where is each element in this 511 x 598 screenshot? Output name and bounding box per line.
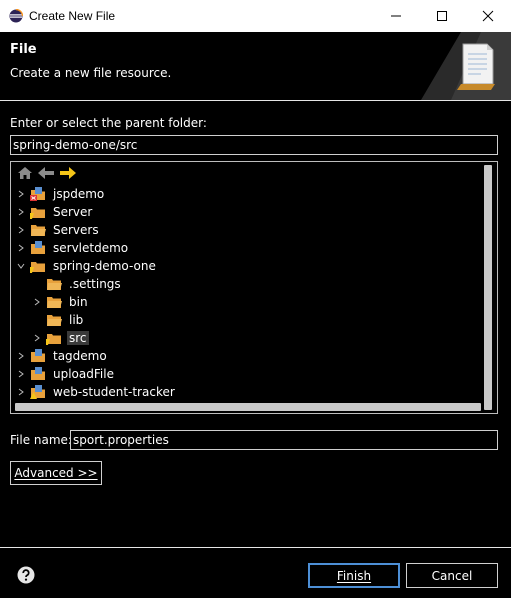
folder-icon bbox=[31, 225, 46, 236]
finish-button-label: Finish bbox=[336, 568, 372, 583]
tree-item-label: web-student-tracker bbox=[53, 385, 175, 399]
wizard-header: File Create a new file resource. bbox=[0, 32, 511, 100]
chevron-right-icon[interactable] bbox=[31, 329, 43, 347]
advanced-button-label: Advanced >> bbox=[14, 466, 98, 480]
chevron-right-icon[interactable] bbox=[15, 203, 27, 221]
tree-item-label: .settings bbox=[69, 277, 121, 291]
project-icon bbox=[31, 349, 45, 362]
file-name-input[interactable]: sport.properties bbox=[70, 430, 498, 450]
project-icon bbox=[31, 241, 45, 254]
folder-icon bbox=[47, 315, 62, 326]
project-folder-icon bbox=[30, 262, 45, 273]
minimize-button[interactable] bbox=[373, 0, 419, 32]
tree-item-label: tagdemo bbox=[53, 349, 107, 363]
scrollbar-thumb[interactable] bbox=[484, 165, 492, 410]
project-folder-icon bbox=[30, 208, 45, 219]
tree-item[interactable]: lib bbox=[31, 311, 85, 329]
tree-item-label: Server bbox=[53, 205, 93, 219]
chevron-right-icon[interactable] bbox=[15, 365, 27, 383]
forward-arrow-icon[interactable] bbox=[59, 165, 77, 181]
chevron-right-icon[interactable] bbox=[15, 239, 27, 257]
footer-divider bbox=[0, 547, 511, 548]
tree-item[interactable]: web-student-tracker bbox=[15, 383, 177, 401]
back-arrow-icon[interactable] bbox=[37, 165, 55, 181]
page-description: Create a new file resource. bbox=[10, 66, 172, 80]
help-icon[interactable] bbox=[17, 566, 35, 584]
tree-item[interactable]: .settings bbox=[31, 275, 123, 293]
parent-folder-input[interactable]: spring-demo-one/src bbox=[10, 135, 498, 155]
close-button[interactable] bbox=[465, 0, 511, 32]
tree-item[interactable]: bin bbox=[31, 293, 90, 311]
eclipse-icon bbox=[9, 9, 23, 23]
chevron-right-icon[interactable] bbox=[15, 185, 27, 203]
tree-item-label: src bbox=[67, 331, 89, 345]
cancel-button-label: Cancel bbox=[431, 568, 473, 583]
close-icon bbox=[482, 10, 494, 22]
folder-icon bbox=[47, 297, 62, 308]
tree-item[interactable]: tagdemo bbox=[15, 347, 109, 365]
tree-item-label: spring-demo-one bbox=[53, 259, 156, 273]
tree-item-label: jspdemo bbox=[53, 187, 105, 201]
file-name-label: File name: bbox=[10, 433, 72, 447]
page-title: File bbox=[10, 42, 37, 57]
advanced-button[interactable]: Advanced >> bbox=[10, 461, 102, 485]
maximize-icon bbox=[437, 11, 447, 21]
tree-item-label: bin bbox=[69, 295, 88, 309]
folder-tree[interactable]: jspdemo Server Servers servletdemo sprin bbox=[10, 161, 498, 414]
project-warning-icon bbox=[30, 385, 45, 399]
tree-item-label: servletdemo bbox=[53, 241, 129, 255]
tree-vertical-scrollbar[interactable] bbox=[480, 163, 496, 412]
tree-item[interactable]: jspdemo bbox=[15, 185, 106, 203]
maximize-button[interactable] bbox=[419, 0, 465, 32]
chevron-right-icon[interactable] bbox=[15, 221, 27, 239]
minimize-icon bbox=[391, 15, 401, 17]
tree-item-label: lib bbox=[69, 313, 84, 327]
tree-item[interactable]: Server bbox=[15, 203, 94, 221]
tree-item-selected[interactable]: src bbox=[31, 329, 89, 347]
chevron-right-icon[interactable] bbox=[15, 347, 27, 365]
home-icon[interactable] bbox=[17, 165, 33, 181]
window-title: Create New File bbox=[29, 9, 116, 23]
project-error-icon bbox=[30, 187, 45, 201]
source-folder-icon bbox=[46, 334, 61, 345]
tree-item[interactable]: uploadFile bbox=[15, 365, 116, 383]
header-divider bbox=[0, 100, 511, 101]
tree-item-label: Servers bbox=[53, 223, 99, 237]
chevron-right-icon[interactable] bbox=[15, 383, 27, 401]
tree-horizontal-scrollbar[interactable] bbox=[15, 403, 481, 411]
tree-item-expanded[interactable]: spring-demo-one bbox=[15, 257, 158, 275]
tree-nav-toolbar bbox=[17, 165, 77, 183]
tree-item[interactable]: servletdemo bbox=[15, 239, 130, 257]
tree-item-label: uploadFile bbox=[53, 367, 114, 381]
folder-icon bbox=[47, 279, 62, 290]
project-icon bbox=[31, 367, 45, 380]
cancel-button[interactable]: Cancel bbox=[406, 563, 498, 588]
tree-item[interactable]: Servers bbox=[15, 221, 101, 239]
parent-folder-label: Enter or select the parent folder: bbox=[10, 116, 207, 130]
chevron-right-icon[interactable] bbox=[31, 293, 43, 311]
new-file-banner-icon bbox=[421, 32, 511, 100]
title-bar: Create New File bbox=[0, 0, 511, 32]
chevron-down-icon[interactable] bbox=[15, 257, 27, 275]
finish-button[interactable]: Finish bbox=[308, 563, 400, 588]
